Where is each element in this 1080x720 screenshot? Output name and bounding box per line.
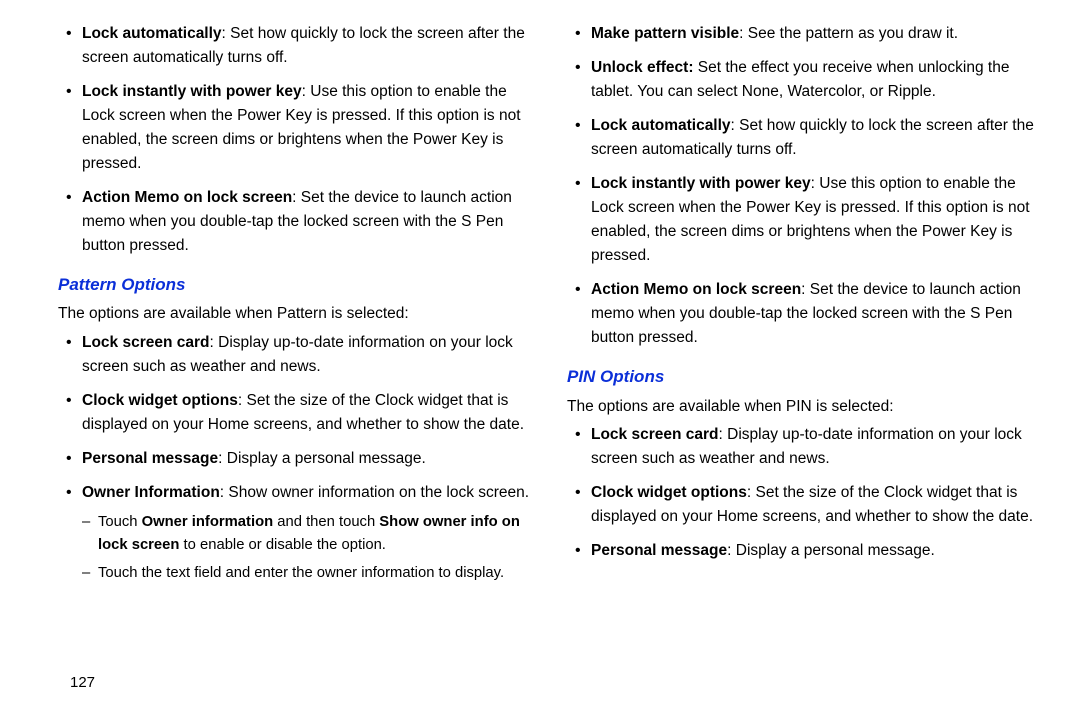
term: Make pattern visible: [591, 25, 739, 42]
term: Lock screen card: [82, 334, 210, 351]
pattern-options-heading: Pattern Options: [58, 272, 531, 298]
desc: : Display a personal message.: [218, 450, 426, 467]
term: Lock automatically: [591, 117, 731, 134]
desc: : Show owner information on the lock scr…: [220, 484, 529, 501]
list-item: Lock automatically: Set how quickly to l…: [72, 22, 531, 70]
list-item: Lock screen card: Display up-to-date inf…: [72, 331, 531, 379]
list-item: Lock automatically: Set how quickly to l…: [581, 114, 1040, 162]
term: Action Memo on lock screen: [82, 189, 292, 206]
term: Owner Information: [82, 484, 220, 501]
list-item: Clock widget options: Set the size of th…: [581, 481, 1040, 529]
list-item: Action Memo on lock screen: Set the devi…: [72, 186, 531, 258]
desc: : See the pattern as you draw it.: [739, 25, 958, 42]
list-item: Clock widget options: Set the size of th…: [72, 389, 531, 437]
pattern-options-intro: The options are available when Pattern i…: [58, 302, 531, 326]
left-column: Lock automatically: Set how quickly to l…: [58, 22, 531, 595]
desc: : Display a personal message.: [727, 542, 935, 559]
term: Personal message: [591, 542, 727, 559]
list-item: Lock instantly with power key: Use this …: [72, 80, 531, 176]
list-item: Personal message: Display a personal mes…: [72, 447, 531, 471]
list-item: Action Memo on lock screen: Set the devi…: [581, 278, 1040, 350]
sub-list-item: Touch Owner information and then touch S…: [82, 511, 531, 557]
right-column: Make pattern visible: See the pattern as…: [567, 22, 1040, 595]
pattern-options-bullets: Lock screen card: Display up-to-date inf…: [58, 331, 531, 586]
sub-list-item: Touch the text field and enter the owner…: [82, 562, 531, 585]
sub-plain: Touch the text field and enter the owner…: [98, 565, 504, 581]
pin-options-intro: The options are available when PIN is se…: [567, 395, 1040, 419]
term: Clock widget options: [82, 392, 238, 409]
sub-post: to enable or disable the option.: [179, 537, 386, 553]
list-item: Lock screen card: Display up-to-date inf…: [581, 423, 1040, 471]
pin-options-heading: PIN Options: [567, 364, 1040, 390]
term: Lock instantly with power key: [82, 83, 302, 100]
pin-options-bullets: Lock screen card: Display up-to-date inf…: [567, 423, 1040, 563]
term: Clock widget options: [591, 484, 747, 501]
page-number: 127: [70, 671, 95, 694]
list-item: Make pattern visible: See the pattern as…: [581, 22, 1040, 46]
term: Lock automatically: [82, 25, 222, 42]
term: Personal message: [82, 450, 218, 467]
sub-mid: and then touch: [273, 514, 379, 530]
sub-bold1: Owner information: [142, 514, 274, 530]
sub-pre: Touch: [98, 514, 142, 530]
term: Lock screen card: [591, 426, 719, 443]
list-item: Personal message: Display a personal mes…: [581, 539, 1040, 563]
list-item: Unlock effect: Set the effect you receiv…: [581, 56, 1040, 104]
page-content: Lock automatically: Set how quickly to l…: [0, 0, 1080, 615]
term: Lock instantly with power key: [591, 175, 811, 192]
left-top-bullets: Lock automatically: Set how quickly to l…: [58, 22, 531, 258]
right-top-bullets: Make pattern visible: See the pattern as…: [567, 22, 1040, 350]
term: Unlock effect:: [591, 59, 694, 76]
list-item: Lock instantly with power key: Use this …: [581, 172, 1040, 268]
term: Action Memo on lock screen: [591, 281, 801, 298]
list-item: Owner Information: Show owner informatio…: [72, 481, 531, 586]
